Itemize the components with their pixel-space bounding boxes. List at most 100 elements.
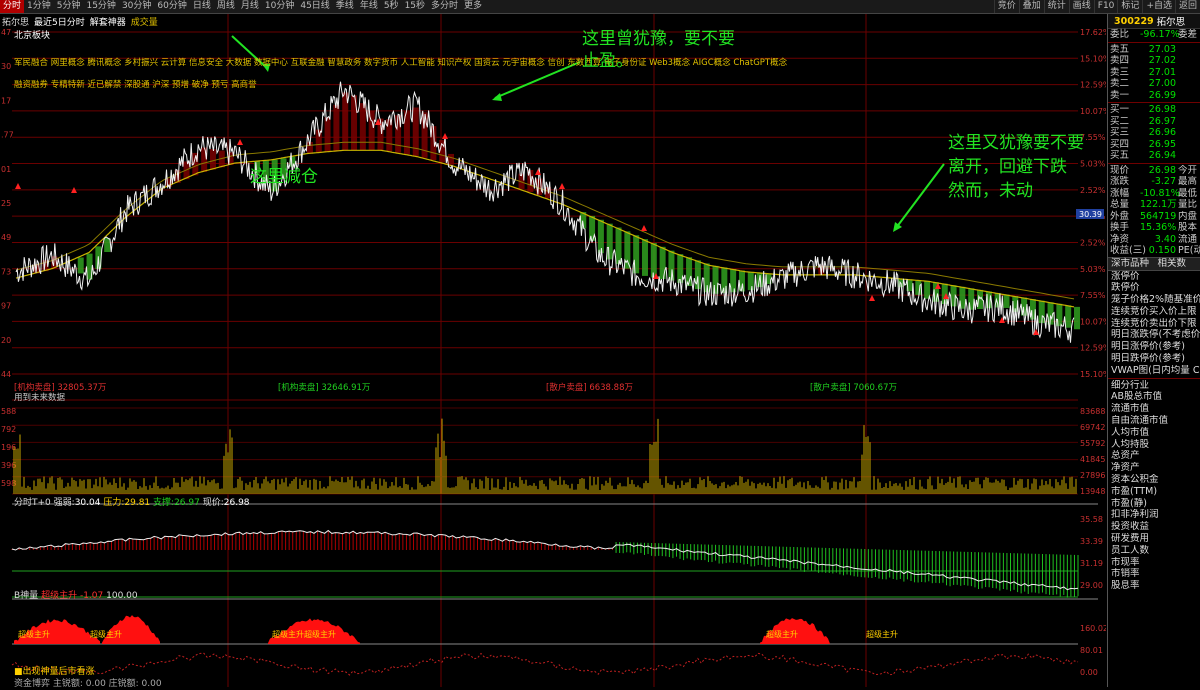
price-axis-label: 17 (1, 96, 11, 105)
bids-row: 买五26.94 (1108, 150, 1200, 162)
stock-code: 300229 (1114, 16, 1154, 27)
tab-related-data[interactable]: 相关数 (1155, 258, 1200, 270)
chart-area[interactable]: 473017.770125497397204417.62%15.10%12.59… (0, 14, 1106, 687)
quote-panel: 300229 拓尔思 委比 -96.17% 委差 卖五27.03卖四27.02卖… (1107, 14, 1200, 687)
bottom-line: 资金博弈 主锐额: 0.00 庄锐额: 0.00 (14, 676, 162, 689)
timeframe-12[interactable]: 年线 (357, 0, 381, 13)
panel-item: 资本公积金 (1108, 474, 1200, 486)
tool-button-5[interactable]: 标记 (1117, 0, 1142, 13)
panel-item: 连续竞价买入价上限 (1108, 306, 1200, 318)
bid-book: 买一26.98买二26.97买三26.96买四26.95买五26.94 (1108, 104, 1200, 162)
pct-axis-label: 12.59% (1080, 81, 1106, 90)
timeframe-14[interactable]: 15秒 (402, 0, 428, 13)
price-axis-label: 97 (1, 302, 11, 311)
annotation-reduce: 这里减仓 (250, 166, 318, 188)
bshen-line (12, 653, 1078, 675)
panel-item: 投资收益 (1108, 521, 1200, 533)
annotation-hesitate-2-line1: 这里又犹豫要不要 (948, 132, 1084, 154)
timeframe-6[interactable]: 日线 (190, 0, 214, 13)
trend-block (624, 231, 630, 268)
t0-axis-label: 31.19 (1080, 559, 1103, 568)
panel-item: AB股总市值 (1108, 391, 1200, 403)
t0-axis-label: 29.00 (1080, 581, 1103, 590)
price-axis-label: .77 (1, 131, 14, 140)
tool-button-3[interactable]: 画线 (1069, 0, 1094, 13)
panel-item: 总资产 (1108, 450, 1200, 462)
panel-item: 跌停价 (1108, 282, 1200, 294)
tool-button-2[interactable]: 统计 (1044, 0, 1069, 13)
weibi-row: 委比 -96.17% 委差 (1108, 29, 1200, 41)
super-rise-label: 超级主升 (90, 629, 122, 639)
panel-item: 自由流通市值 (1108, 415, 1200, 427)
tool-button-1[interactable]: 叠加 (1019, 0, 1044, 13)
timeframe-9[interactable]: 10分钟 (262, 0, 297, 13)
timeframe-16[interactable]: 更多 (461, 0, 485, 13)
trend-block (104, 238, 110, 252)
timeframe-15[interactable]: 多分时 (428, 0, 461, 13)
chart-title-line: 拓尔思 最近5日分时 解套神器 成交量 (2, 15, 163, 27)
timeframe-7[interactable]: 周线 (214, 0, 238, 13)
trend-block (448, 154, 454, 165)
ma-line (16, 142, 1074, 299)
tool-button-0[interactable]: 竞价 (994, 0, 1019, 13)
intraday-chart-svg[interactable]: 473017.770125497397204417.62%15.10%12.59… (0, 14, 1106, 687)
trend-block (915, 280, 921, 295)
quote-row: 外盘564719内盘 (1108, 211, 1200, 223)
pct-axis-label: 7.55% (1080, 291, 1106, 300)
panel-item: 明日涨跌停(不考虑价 (1108, 329, 1200, 341)
quote-row: 涨幅-10.81%最低 (1108, 188, 1200, 200)
vol-axis-label: 792 (1, 425, 16, 434)
sell-signal-marker (559, 183, 565, 189)
trend-block (1074, 307, 1080, 329)
timeframe-1[interactable]: 1分钟 (24, 0, 54, 13)
asks-row: 卖四27.02 (1108, 55, 1200, 67)
ask-book: 卖五27.03卖四27.02卖三27.01卖二27.00卖一26.99 (1108, 44, 1200, 102)
panel-item: 连续竞价卖出价下限 (1108, 318, 1200, 330)
quote-stats: 现价26.98今开涨跌-3.27最高涨幅-10.81%最低总量122.1万量比外… (1108, 165, 1200, 257)
sell-signal-marker (535, 169, 541, 175)
panel-item: 市现率 (1108, 557, 1200, 569)
price-axis-label: 20 (1, 336, 11, 345)
annotation-hesitate-1-line2: 止盈。 (582, 50, 633, 72)
price-axis-label: 25 (1, 199, 11, 208)
vol-axis-label: 13948 (1080, 487, 1105, 496)
bshen-axis-label: 0.00 (1080, 668, 1098, 677)
timeframe-3[interactable]: 15分钟 (83, 0, 118, 13)
quote-row: 净资3.40流通 (1108, 234, 1200, 246)
price-limit-list: 涨停价跌停价笼子价格2%随基准价连续竞价买入价上限连续竞价卖出价下限明日涨跌停(… (1108, 271, 1200, 377)
super-rise-label: 超级主升 (18, 629, 50, 639)
timeframe-0[interactable]: 分时 (0, 0, 24, 13)
concepts-line-1: 军民融合 网里概念 腾讯概念 乡村振兴 云计算 信息安全 大数据 数据中心 互联… (14, 56, 787, 68)
stock-name: 拓尔思 (2, 15, 29, 28)
tool-button-6[interactable]: +自选 (1142, 0, 1175, 13)
annotation-arrowhead (893, 222, 902, 232)
timeframe-toolbar: 分时1分钟5分钟15分钟30分钟60分钟日线周线月线10分钟45日线季线年线5秒… (0, 0, 1200, 14)
pct-axis-label: 10.07% (1080, 317, 1106, 326)
timeframe-2[interactable]: 5分钟 (54, 0, 84, 13)
super-rise-label: 超级主升 (866, 629, 898, 639)
trend-block (1065, 305, 1071, 327)
bshen-axis-label: 80.01 (1080, 646, 1103, 655)
timeframe-13[interactable]: 5秒 (381, 0, 402, 13)
pct-axis-label: 5.03% (1080, 160, 1106, 169)
tool-button-7[interactable]: 返回 (1175, 0, 1200, 13)
price-axis-label: 01 (1, 165, 11, 174)
timeframe-5[interactable]: 60分钟 (154, 0, 189, 13)
pct-axis-label: 5.03% (1080, 265, 1106, 274)
vol-axis-label: 588 (1, 407, 16, 416)
tool-button-4[interactable]: F10 (1094, 0, 1118, 13)
tab-shenzhen-products[interactable]: 深市品种 (1108, 258, 1155, 270)
panel-stock-name: 拓尔思 (1157, 14, 1186, 28)
sell-signal-marker (641, 225, 647, 231)
sell-signal-marker (237, 139, 243, 145)
timeframe-4[interactable]: 30分钟 (119, 0, 154, 13)
timeframe-8[interactable]: 月线 (238, 0, 262, 13)
panel-item: 流通市值 (1108, 403, 1200, 415)
trend-block (660, 247, 666, 279)
timeframe-11[interactable]: 季线 (333, 0, 357, 13)
trend-block (642, 239, 648, 276)
bids-row: 买三26.96 (1108, 127, 1200, 139)
flow-label-4: [散户卖盘] 7060.67万 (810, 381, 897, 393)
timeframe-10[interactable]: 45日线 (297, 0, 332, 13)
price-axis-label: 49 (1, 233, 11, 242)
